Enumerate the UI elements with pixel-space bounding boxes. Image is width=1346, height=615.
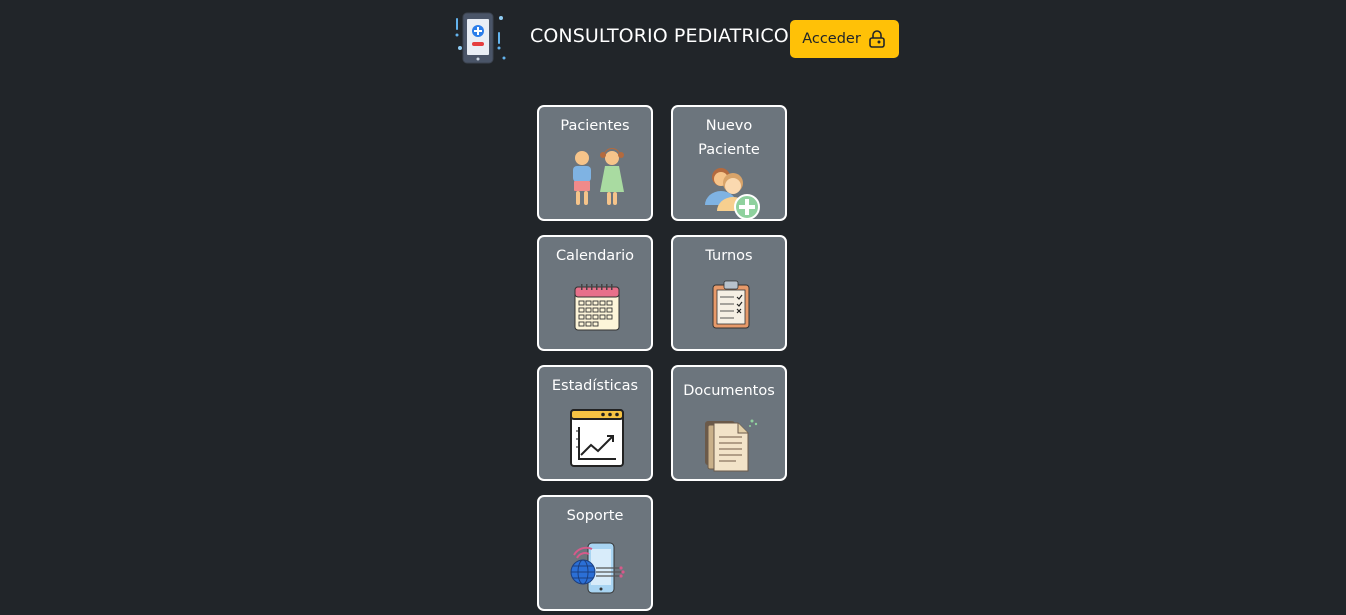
tile-label: Pacientes [560,118,630,134]
menu-tile-nuevo-paciente[interactable]: Nuevo Paciente [671,105,787,221]
tile-label: Turnos [705,248,753,264]
site-title: CONSULTORIO PEDIATRICO [530,25,789,47]
children-icon [573,148,624,205]
top-navbar: CONSULTORIO PEDIATRICO Acceder [0,0,1346,80]
documents-icon [705,419,758,472]
tile-label: Calendario [555,248,635,264]
menu-tile-soporte[interactable]: Soporte [537,495,653,611]
tile-label: Soporte [566,508,624,524]
tile-label: Nuevo Paciente [698,118,760,158]
clipboard-checklist-icon [712,280,750,329]
menu-tile-pacientes[interactable]: Pacientes [537,105,653,221]
padlock-icon [869,30,885,48]
menu-tile-calendario[interactable]: Calendario [537,235,653,351]
menu-tile-turnos[interactable]: Turnos [671,235,787,351]
tile-label: Estadísticas [551,378,639,394]
tile-label: Documentos [683,383,775,399]
calendar-icon [574,284,620,331]
support-phone-globe-icon [570,542,625,594]
login-button[interactable]: Acceder [790,20,899,58]
medical-phone-icon [455,12,506,64]
menu-tile-estadisticas[interactable]: Estadísticas [537,365,653,481]
login-button-label: Acceder [802,31,861,47]
menu-tile-documentos[interactable]: Documentos [671,365,787,481]
statistics-chart-icon [570,409,624,467]
add-patient-icon [705,168,760,220]
